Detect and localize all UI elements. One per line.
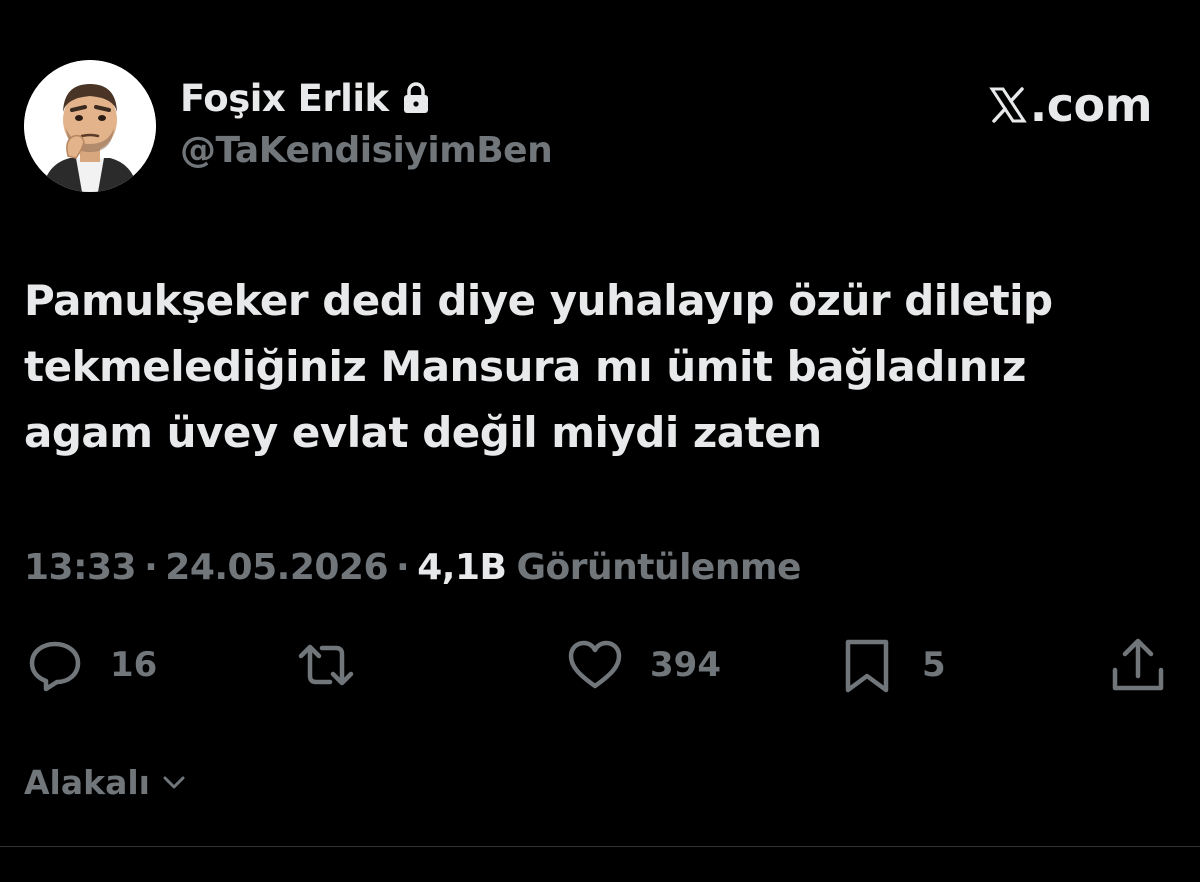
views-label: Görüntülenme bbox=[516, 546, 801, 588]
tweet-text-line: tekmelediğiniz Mansura mı ümit bağladını… bbox=[24, 342, 1026, 391]
author-avatar[interactable] bbox=[24, 60, 156, 192]
author-handle[interactable]: @TaKendisiyimBen bbox=[180, 130, 553, 171]
bookmark-icon bbox=[845, 639, 889, 693]
tweet-actions: 16 394 5 bbox=[0, 630, 1200, 700]
divider bbox=[0, 846, 1200, 847]
replies-sort-dropdown[interactable]: Alakalı bbox=[24, 758, 188, 806]
site-domain-text: .com bbox=[1029, 78, 1153, 132]
bookmark-button[interactable]: 5 bbox=[838, 630, 946, 700]
x-logo-icon bbox=[988, 87, 1027, 123]
author-display-name[interactable]: Foşix Erlik bbox=[180, 77, 389, 120]
share-icon bbox=[1112, 638, 1164, 691]
repost-button[interactable] bbox=[297, 630, 355, 700]
reply-button[interactable]: 16 bbox=[26, 630, 157, 700]
site-label: .com bbox=[988, 78, 1153, 132]
heart-icon bbox=[568, 640, 622, 689]
meta-separator: · bbox=[144, 546, 158, 588]
meta-separator: · bbox=[396, 546, 410, 588]
reply-icon bbox=[29, 641, 81, 692]
views-count: 4,1B bbox=[417, 546, 507, 588]
cartoon-man-avatar-icon bbox=[24, 60, 156, 192]
repost-icon bbox=[298, 644, 354, 686]
reply-count: 16 bbox=[110, 645, 158, 685]
tweet-time[interactable]: 13:33 bbox=[24, 547, 137, 588]
replies-sort-label: Alakalı bbox=[24, 762, 150, 802]
like-button[interactable]: 394 bbox=[566, 630, 721, 700]
tweet-date[interactable]: 24.05.2026 bbox=[165, 547, 388, 588]
share-button[interactable] bbox=[1109, 630, 1167, 700]
tweet-text-line: agam üvey evlat değil miydi zaten bbox=[24, 408, 822, 457]
tweet-text-line: Pamukşeker dedi diye yuhalayıp özür dile… bbox=[24, 276, 1053, 325]
chevron-down-icon bbox=[163, 776, 185, 789]
lock-icon bbox=[403, 82, 428, 113]
like-count: 394 bbox=[650, 645, 721, 685]
author-name-row: Foşix Erlik bbox=[180, 74, 431, 122]
tweet-card: Foşix Erlik @TaKendisiyimBen .com Pamukş… bbox=[0, 0, 1200, 882]
tweet-meta: 13:33 · 24.05.2026 · 4,1B Görüntülenme bbox=[24, 542, 801, 592]
bookmark-count: 5 bbox=[922, 645, 946, 685]
tweet-text: Pamukşeker dedi diye yuhalayıp özür dile… bbox=[24, 268, 1144, 466]
